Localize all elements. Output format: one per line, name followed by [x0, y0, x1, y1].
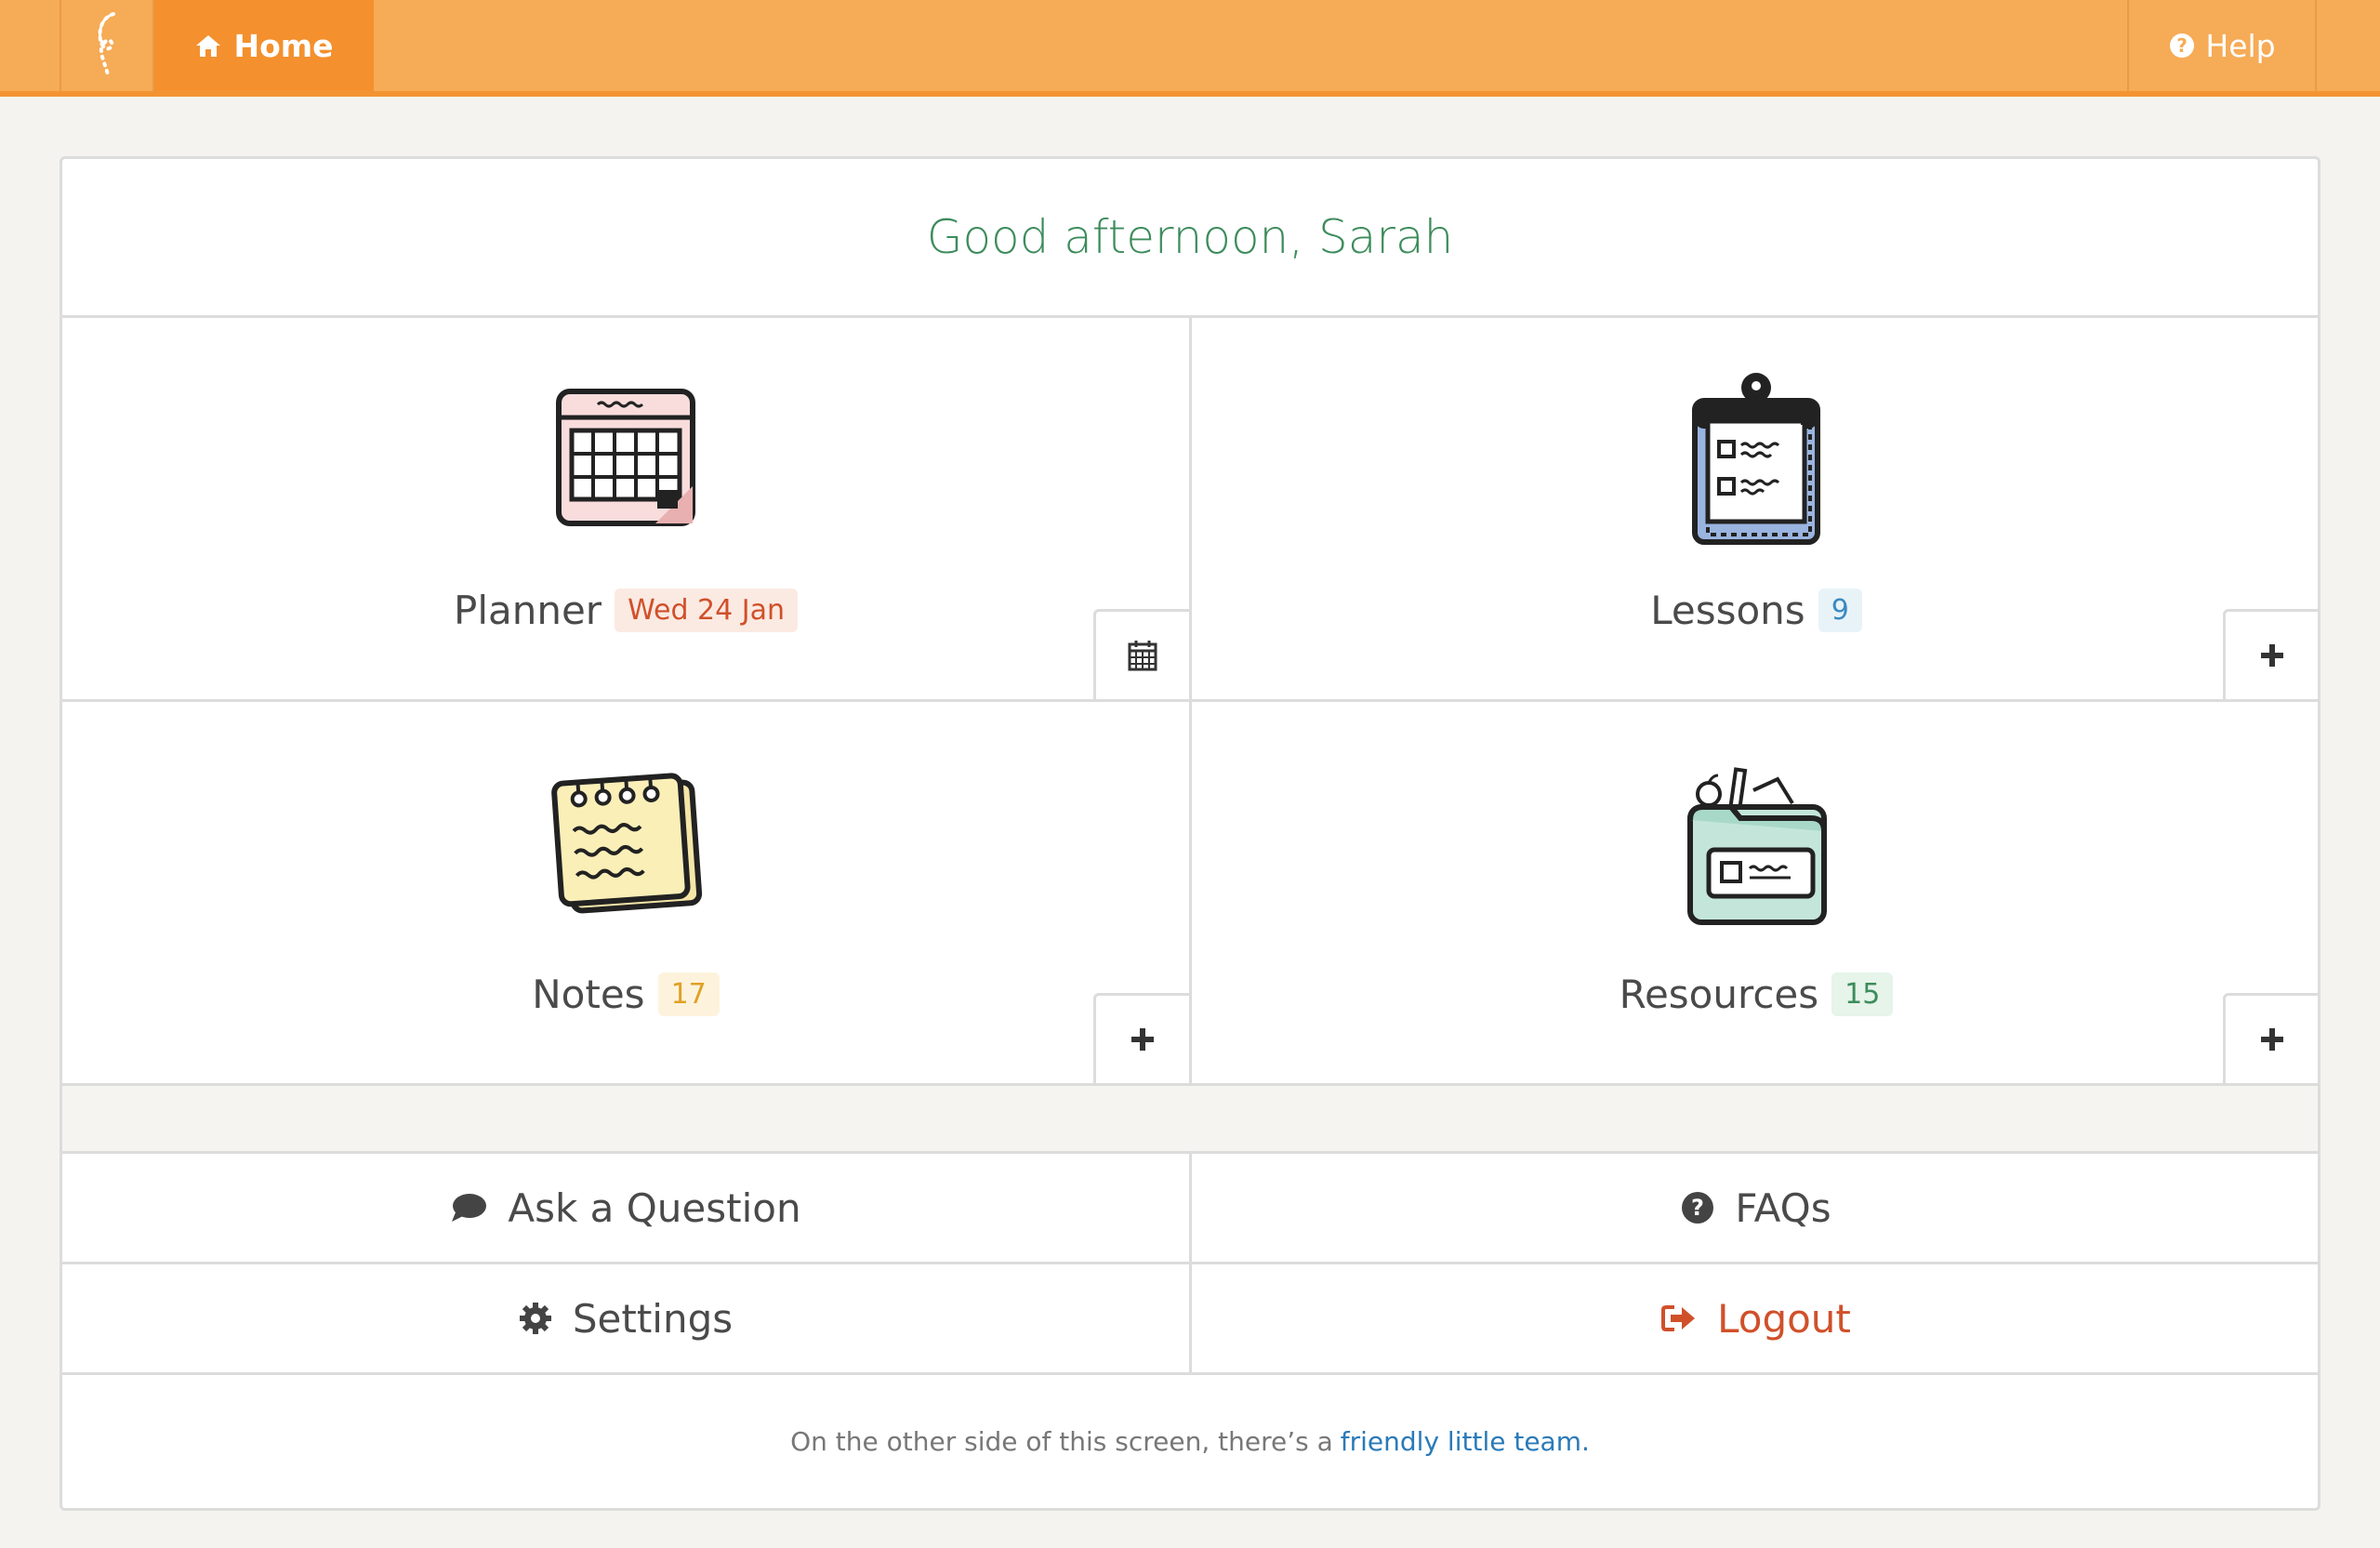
- add-lesson-button[interactable]: [2223, 609, 2318, 702]
- nav-home-label: Home: [233, 27, 334, 64]
- ask-question-label: Ask a Question: [508, 1184, 801, 1231]
- notes-tile[interactable]: Notes 17: [62, 702, 1192, 1086]
- svg-text:?: ?: [2177, 34, 2188, 57]
- speech-bubble-icon: [452, 1194, 487, 1222]
- logout-button[interactable]: Logout: [1192, 1264, 2318, 1375]
- notes-label: Notes: [532, 972, 645, 1017]
- friendly-team-link[interactable]: friendly little team.: [1341, 1426, 1590, 1457]
- dashboard-card: Good afternoon, Sarah Planner Wed 24 Jan…: [60, 156, 2320, 1511]
- footer-message: On the other side of this screen, there’…: [62, 1375, 2318, 1508]
- plus-icon: [2261, 1028, 2283, 1051]
- calendar-illustration-icon: [547, 364, 705, 550]
- lessons-label: Lessons: [1650, 588, 1805, 633]
- nav-help-label: Help: [2205, 27, 2276, 64]
- ask-question-button[interactable]: Ask a Question: [62, 1154, 1192, 1264]
- resources-count-badge: 15: [1831, 972, 1894, 1016]
- plus-icon: [2261, 644, 2283, 667]
- greeting-heading: Good afternoon, Sarah: [62, 159, 2318, 318]
- calendar-icon: [1128, 641, 1157, 671]
- planner-date-badge: Wed 24 Jan: [615, 589, 798, 632]
- top-navbar: Home ? Help: [0, 0, 2380, 97]
- settings-button[interactable]: Settings: [62, 1264, 1192, 1375]
- planner-label-group: Planner Wed 24 Jan: [62, 588, 1189, 633]
- logout-label: Logout: [1717, 1295, 1851, 1342]
- notes-label-group: Notes 17: [62, 972, 1189, 1017]
- seahorse-logo-icon: [98, 12, 115, 77]
- footer-text: On the other side of this screen, there’…: [790, 1426, 1333, 1457]
- planner-label: Planner: [454, 588, 602, 633]
- resources-label-group: Resources 15: [1192, 972, 2318, 1017]
- nav-help-link[interactable]: ? Help: [2127, 0, 2317, 91]
- plus-icon: [1131, 1028, 1154, 1051]
- faqs-button[interactable]: ? FAQs: [1192, 1154, 2318, 1264]
- add-resource-button[interactable]: [2223, 993, 2318, 1086]
- resources-tile[interactable]: Resources 15: [1192, 702, 2318, 1086]
- planner-calendar-button[interactable]: [1093, 609, 1192, 702]
- notepad-illustration-icon: [547, 748, 705, 934]
- nav-home-tab[interactable]: Home: [154, 0, 374, 91]
- gear-icon: [519, 1303, 551, 1334]
- section-divider-band: [62, 1086, 2318, 1154]
- faqs-label: FAQs: [1735, 1184, 1831, 1231]
- lessons-label-group: Lessons 9: [1192, 588, 2318, 633]
- app-logo[interactable]: [60, 0, 154, 91]
- add-note-button[interactable]: [1093, 993, 1192, 1086]
- resources-label: Resources: [1619, 972, 1819, 1017]
- sign-out-icon: [1661, 1305, 1696, 1331]
- settings-label: Settings: [572, 1295, 734, 1342]
- lessons-count-badge: 9: [1818, 589, 1862, 632]
- question-circle-icon: ?: [1682, 1192, 1714, 1224]
- svg-text:?: ?: [1691, 1195, 1704, 1221]
- question-circle-icon: ?: [2170, 33, 2195, 58]
- folder-illustration-icon: [1677, 748, 1835, 934]
- clipboard-illustration-icon: [1677, 364, 1835, 550]
- notes-count-badge: 17: [657, 972, 720, 1016]
- planner-tile[interactable]: Planner Wed 24 Jan: [62, 318, 1192, 702]
- home-icon: [196, 35, 221, 57]
- lessons-tile[interactable]: Lessons 9: [1192, 318, 2318, 702]
